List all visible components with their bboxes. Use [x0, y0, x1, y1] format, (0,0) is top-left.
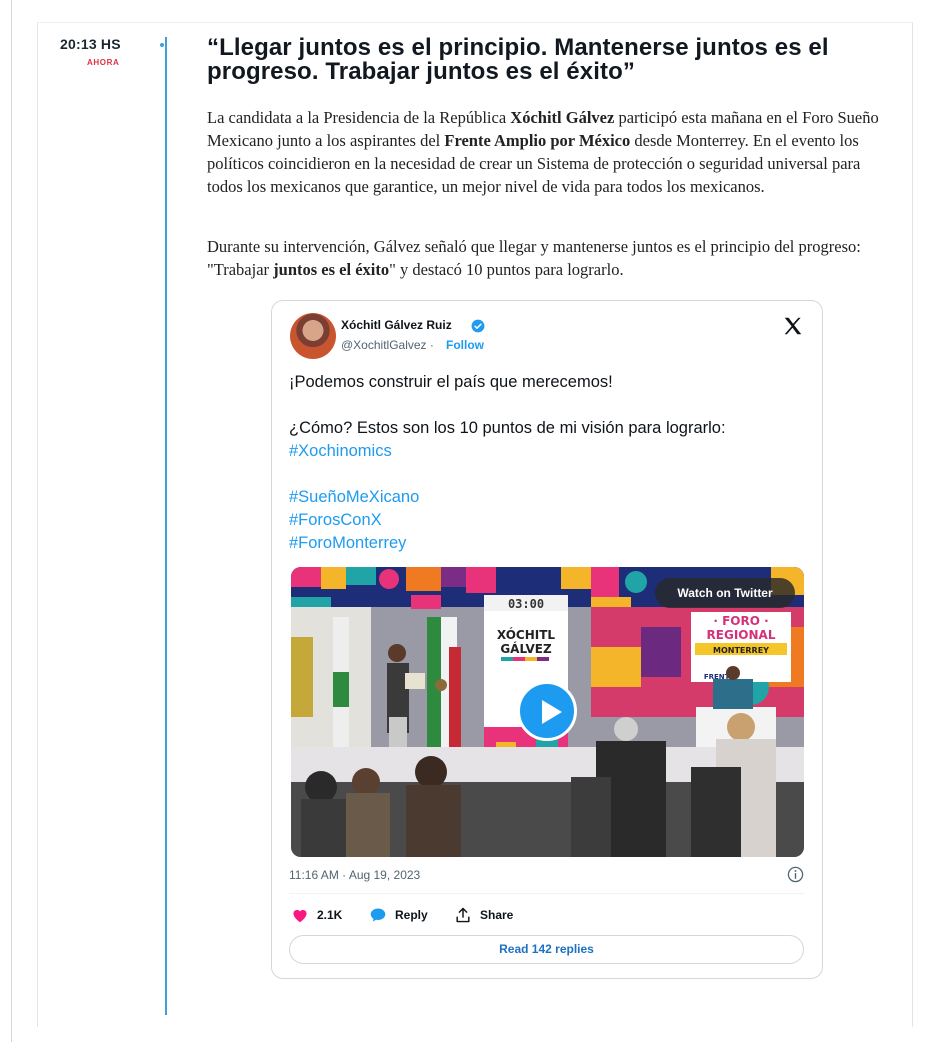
sign-line: MONTERREY	[713, 646, 769, 655]
hashtag-link[interactable]: #Xochinomics	[289, 442, 392, 461]
handle-text[interactable]: @XochitlGalvez	[341, 338, 427, 352]
bold-text: Frente Amplio por México	[444, 131, 631, 150]
entry-paragraph-2: Durante su intervención, Gálvez señaló q…	[207, 235, 897, 281]
share-button[interactable]: Share	[454, 907, 513, 923]
tweet-handle[interactable]: @XochitlGalvez ·	[341, 338, 434, 352]
tweet-author-name[interactable]: Xóchitl Gálvez Ruiz	[341, 318, 452, 332]
podium-name-line: XÓCHITL	[497, 627, 556, 642]
timeline-bar	[165, 37, 167, 1015]
page-edge	[11, 0, 12, 1042]
hashtag-link[interactable]: #SueñoMeXicano	[289, 488, 419, 507]
hashtag-link[interactable]: #ForoMonterrey	[289, 534, 406, 553]
heart-icon	[293, 909, 307, 923]
handle-separator: ·	[429, 338, 434, 352]
paragraph-text: La candidata a la Presidencia de la Repú…	[207, 108, 511, 127]
entry-time: 20:13 HS	[60, 36, 121, 52]
card-border-left	[37, 22, 38, 1027]
sign-line: REGIONAL	[707, 628, 776, 642]
paragraph-text: " y destacó 10 puntos para lograrlo.	[389, 260, 624, 279]
follow-button[interactable]: Follow	[446, 338, 484, 352]
watch-on-twitter-button[interactable]: Watch on Twitter	[655, 578, 795, 608]
tweet-text-line: ¿Cómo? Estos son los 10 puntos de mi vis…	[289, 419, 726, 437]
play-button-icon[interactable]	[517, 681, 577, 741]
reply-button[interactable]: Reply	[369, 907, 428, 923]
like-button[interactable]: 2.1K	[291, 907, 342, 923]
like-count: 2.1K	[317, 908, 343, 922]
tweet-embed[interactable]: Xóchitl Gálvez Ruiz @XochitlGalvez · Fol…	[271, 300, 823, 979]
bold-text: Xóchitl Gálvez	[510, 108, 615, 127]
reply-bubble-icon	[370, 908, 386, 922]
verified-badge-icon	[471, 319, 485, 333]
avatar[interactable]	[290, 313, 336, 359]
read-replies-button[interactable]: Read 142 replies	[289, 935, 804, 964]
bold-text: juntos es el éxito	[273, 260, 390, 279]
hashtag-link[interactable]: #ForosConX	[289, 511, 382, 530]
tweet-video[interactable]: 03:00 XÓCHITL GÁLVEZ · FORO · REGIONAL M…	[291, 567, 804, 857]
entry-headline: “Llegar juntos es el principio. Mantener…	[207, 34, 829, 85]
share-label: Share	[480, 908, 514, 922]
reply-label: Reply	[395, 908, 428, 922]
countdown-timer: 03:00	[508, 597, 544, 611]
sign-line: · FORO ·	[713, 614, 768, 628]
x-logo-icon[interactable]	[782, 315, 804, 337]
entry-paragraph-1: La candidata a la Presidencia de la Repú…	[207, 106, 897, 198]
card-border-top	[37, 22, 913, 23]
tweet-date[interactable]: 11:16 AM · Aug 19, 2023	[289, 868, 420, 882]
timeline-dot	[160, 43, 164, 47]
divider	[289, 893, 804, 894]
podium-name-line: GÁLVEZ	[500, 641, 552, 656]
share-icon	[456, 907, 470, 923]
info-icon[interactable]	[787, 866, 804, 883]
tweet-text-line: ¡Podemos construir el país que merecemos…	[289, 373, 613, 391]
entry-live-label: AHORA	[87, 58, 120, 67]
card-border-right	[912, 22, 913, 1027]
